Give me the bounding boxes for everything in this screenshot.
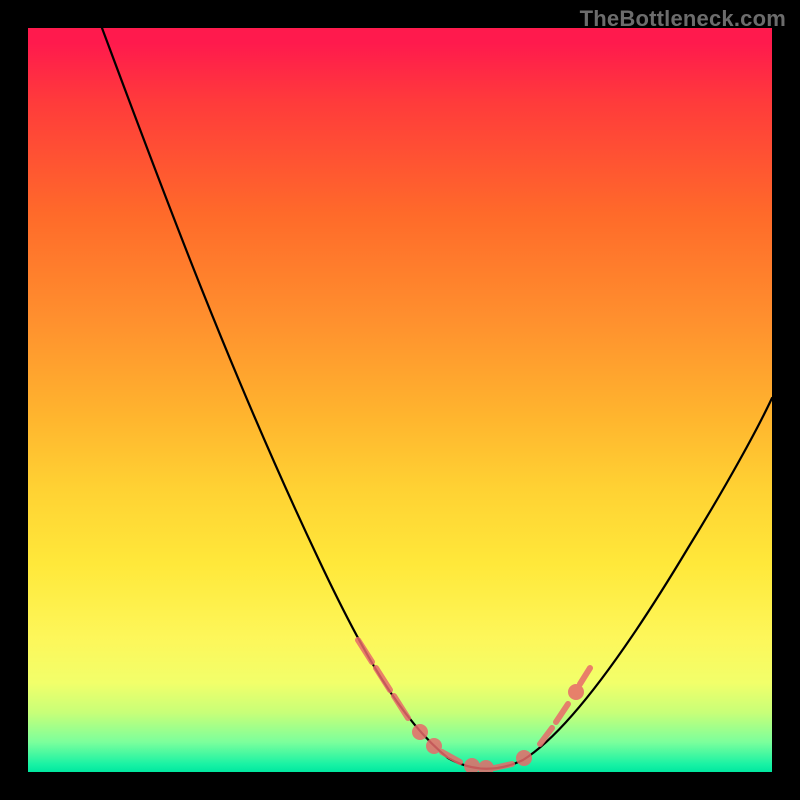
marker-dot: [429, 741, 439, 751]
watermark-text: TheBottleneck.com: [580, 6, 786, 32]
marker-dot: [519, 753, 529, 763]
chart-plot-area: [28, 28, 772, 772]
marker-dash: [358, 640, 372, 662]
chart-svg: [28, 28, 772, 772]
marker-dash: [376, 668, 390, 690]
marker-dot: [415, 727, 425, 737]
marker-dot: [481, 763, 491, 772]
marker-dot: [571, 687, 581, 697]
marker-dash: [556, 704, 568, 722]
bottleneck-curve: [102, 28, 772, 769]
marker-dash: [580, 668, 590, 684]
chart-frame: TheBottleneck.com: [0, 0, 800, 800]
optimal-zone-markers: [358, 640, 590, 772]
marker-dash: [394, 696, 408, 718]
marker-dash: [494, 764, 512, 768]
marker-dot: [467, 761, 477, 771]
